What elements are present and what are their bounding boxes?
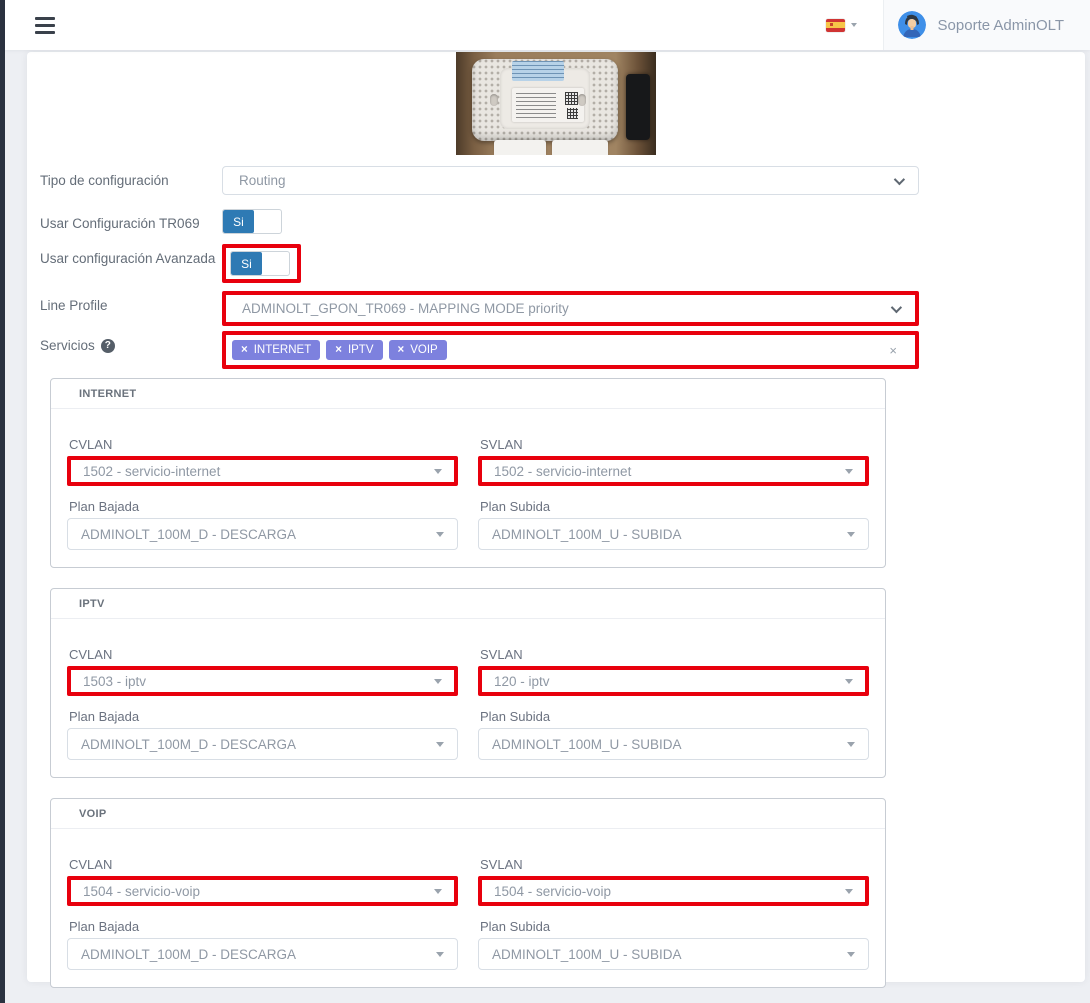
avanzada-toggle[interactable]: Si <box>230 251 290 276</box>
svlan-highlight-box: 1502 - servicio-internet <box>478 456 869 486</box>
select-caret-icon <box>436 532 444 537</box>
plan-bajada-label: Plan Bajada <box>69 919 458 934</box>
select-caret-icon <box>847 952 855 957</box>
section-title: IPTV <box>51 589 885 619</box>
row-avanzada: Usar configuración Avanzada Si <box>40 244 919 283</box>
cvlan-highlight-box: 1504 - servicio-voip <box>67 876 458 906</box>
chevron-down-icon <box>891 301 902 312</box>
row-line-profile: Line Profile ADMINOLT_GPON_TR069 - MAPPI… <box>40 291 919 326</box>
plan-bajada-label: Plan Bajada <box>69 499 458 514</box>
plan-subida-select[interactable]: ADMINOLT_100M_U - SUBIDA <box>478 728 869 760</box>
section-internet: INTERNET CVLAN 1502 - servicio-internet <box>50 378 886 568</box>
select-caret-icon <box>434 469 442 474</box>
cvlan-label: CVLAN <box>69 437 458 452</box>
section-voip: VOIP CVLAN 1504 - servicio-voip SVLAN <box>50 798 886 988</box>
section-title: INTERNET <box>51 379 885 409</box>
tr069-toggle-value: Si <box>223 210 254 233</box>
avanzada-highlight-box: Si <box>222 244 301 283</box>
sidebar-collapsed-strip <box>0 0 5 1003</box>
section-title: VOIP <box>51 799 885 829</box>
row-tipo-configuracion: Tipo de configuración Routing <box>40 166 919 195</box>
svlan-select[interactable]: 1504 - servicio-voip <box>482 880 865 902</box>
cvlan-select[interactable]: 1503 - iptv <box>71 670 454 692</box>
language-dropdown[interactable] <box>826 19 857 32</box>
svlan-highlight-box: 120 - iptv <box>478 666 869 696</box>
tr069-toggle[interactable]: Si <box>222 209 282 234</box>
plan-subida-select[interactable]: ADMINOLT_100M_U - SUBIDA <box>478 938 869 970</box>
svlan-label: SVLAN <box>480 437 869 452</box>
servicios-label: Servicios ? <box>40 331 222 353</box>
svlan-highlight-box: 1504 - servicio-voip <box>478 876 869 906</box>
cvlan-label: CVLAN <box>69 857 458 872</box>
chevron-down-icon <box>894 173 905 184</box>
plan-subida-label: Plan Subida <box>480 499 869 514</box>
plan-bajada-select[interactable]: ADMINOLT_100M_D - DESCARGA <box>67 728 458 760</box>
tag-iptv[interactable]: × IPTV <box>326 340 382 360</box>
avanzada-toggle-value: Si <box>231 252 262 275</box>
line-profile-label: Line Profile <box>40 291 222 313</box>
clear-selection-icon[interactable]: × <box>889 343 897 358</box>
svlan-select[interactable]: 120 - iptv <box>482 670 865 692</box>
cvlan-highlight-box: 1503 - iptv <box>67 666 458 696</box>
user-avatar <box>898 11 926 39</box>
plan-subida-label: Plan Subida <box>480 919 869 934</box>
line-profile-value: ADMINOLT_GPON_TR069 - MAPPING MODE prior… <box>242 301 569 316</box>
remove-tag-icon[interactable]: × <box>335 344 342 356</box>
spain-flag-icon <box>826 19 845 32</box>
svlan-label: SVLAN <box>480 857 869 872</box>
onu-device-photo <box>456 52 656 155</box>
avanzada-label: Usar configuración Avanzada <box>40 244 222 266</box>
user-name: Soporte AdminOLT <box>938 17 1064 34</box>
cvlan-label: CVLAN <box>69 647 458 662</box>
remove-tag-icon[interactable]: × <box>398 344 405 356</box>
chevron-down-icon <box>851 23 857 27</box>
select-caret-icon <box>436 742 444 747</box>
cvlan-select[interactable]: 1504 - servicio-voip <box>71 880 454 902</box>
user-menu[interactable]: Soporte AdminOLT <box>883 0 1090 50</box>
plan-subida-label: Plan Subida <box>480 709 869 724</box>
servicios-multiselect[interactable]: × INTERNET × IPTV × VOIP × <box>226 335 915 365</box>
top-navbar: Soporte AdminOLT <box>5 0 1090 50</box>
cvlan-highlight-box: 1502 - servicio-internet <box>67 456 458 486</box>
menu-icon[interactable] <box>35 17 55 34</box>
select-caret-icon <box>845 679 853 684</box>
help-icon[interactable]: ? <box>101 339 115 353</box>
tr069-label: Usar Configuración TR069 <box>40 209 222 231</box>
plan-bajada-select[interactable]: ADMINOLT_100M_D - DESCARGA <box>67 938 458 970</box>
cvlan-select[interactable]: 1502 - servicio-internet <box>71 460 454 482</box>
select-caret-icon <box>847 532 855 537</box>
select-caret-icon <box>847 742 855 747</box>
plan-subida-select[interactable]: ADMINOLT_100M_U - SUBIDA <box>478 518 869 550</box>
servicios-highlight-box: × INTERNET × IPTV × VOIP × <box>222 331 919 369</box>
select-caret-icon <box>434 889 442 894</box>
tipo-configuracion-value: Routing <box>239 173 286 188</box>
remove-tag-icon[interactable]: × <box>241 344 248 356</box>
configuration-card: Tipo de configuración Routing Usar Confi… <box>27 52 1085 982</box>
plan-bajada-label: Plan Bajada <box>69 709 458 724</box>
select-caret-icon <box>845 889 853 894</box>
svlan-label: SVLAN <box>480 647 869 662</box>
plan-bajada-select[interactable]: ADMINOLT_100M_D - DESCARGA <box>67 518 458 550</box>
select-caret-icon <box>436 952 444 957</box>
row-servicios: Servicios ? × INTERNET × IPTV <box>40 331 919 369</box>
tipo-configuracion-select[interactable]: Routing <box>222 166 919 195</box>
select-caret-icon <box>434 679 442 684</box>
tipo-configuracion-label: Tipo de configuración <box>40 166 222 188</box>
select-caret-icon <box>845 469 853 474</box>
svlan-select[interactable]: 1502 - servicio-internet <box>482 460 865 482</box>
tag-internet[interactable]: × INTERNET <box>232 340 320 360</box>
row-tr069: Usar Configuración TR069 Si <box>40 209 919 234</box>
line-profile-select[interactable]: ADMINOLT_GPON_TR069 - MAPPING MODE prior… <box>226 295 915 322</box>
line-profile-highlight-box: ADMINOLT_GPON_TR069 - MAPPING MODE prior… <box>222 291 919 326</box>
section-iptv: IPTV CVLAN 1503 - iptv SVLAN <box>50 588 886 778</box>
tag-voip[interactable]: × VOIP <box>389 340 447 360</box>
